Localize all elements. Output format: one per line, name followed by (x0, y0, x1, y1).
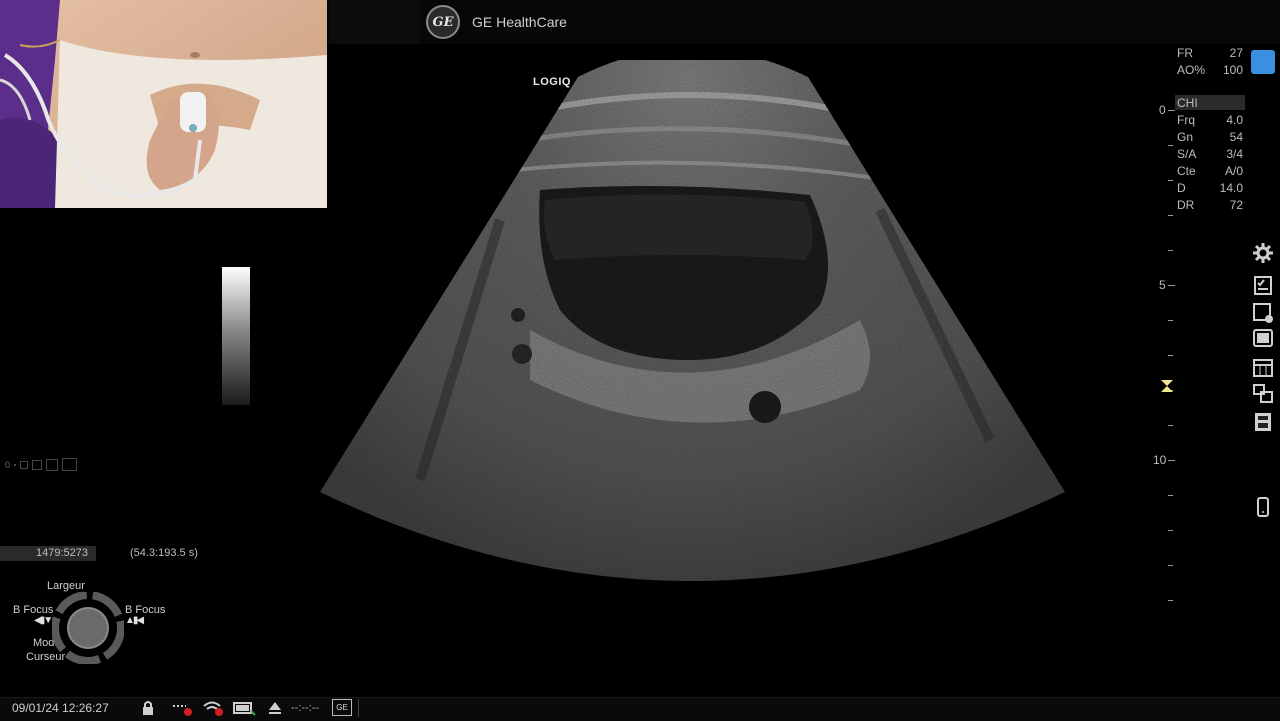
param-label: Cte (1177, 164, 1196, 178)
param-value: 54 (1229, 130, 1243, 144)
screen-icon[interactable] (1252, 328, 1274, 350)
param-label: AO% (1177, 63, 1206, 77)
depth-tick (1168, 285, 1175, 286)
param-label: CHI (1177, 96, 1198, 110)
param-label: S/A (1177, 147, 1197, 161)
camera-inset (0, 0, 327, 208)
param-label: Frq (1177, 113, 1195, 127)
brand-name: GE HealthCare (472, 14, 567, 30)
depth-tick (1168, 110, 1175, 111)
depth-tick (1168, 180, 1173, 181)
depth-tick (1168, 215, 1173, 216)
depth-tick (1168, 600, 1173, 601)
depth-tick (1168, 355, 1173, 356)
param-label: FR (1177, 46, 1193, 60)
param-label: Gn (1177, 130, 1194, 144)
top-bar-segment (330, 0, 420, 44)
battery-charging-icon[interactable] (233, 701, 257, 716)
ultrasound-image (320, 60, 1065, 581)
status-divider (358, 699, 359, 717)
phone-icon[interactable] (1252, 496, 1274, 518)
depth-tick (1168, 530, 1173, 531)
gear-icon[interactable] (1252, 242, 1274, 264)
thumb-square (20, 460, 29, 469)
grayscale-bar (222, 267, 250, 405)
edit-image-icon[interactable] (1252, 302, 1274, 324)
param-label: D (1177, 181, 1186, 195)
depth-label-5: 5 (1159, 278, 1166, 292)
depth-label-10: 10 (1153, 453, 1167, 467)
datetime: 09/01/24 12:26:27 (12, 701, 109, 715)
focus-up-arrows-icon: ▲▮◀ (125, 615, 144, 626)
param-value: 100 (1222, 63, 1243, 77)
ge-logo: GE (426, 5, 460, 39)
depth-tick (1168, 250, 1173, 251)
frame-count: 1479:5273 (36, 547, 88, 559)
depth-tick (1168, 145, 1173, 146)
report-icon[interactable] (1252, 411, 1274, 433)
system-label: LOGIQ (533, 76, 571, 88)
trackball-icon[interactable] (52, 592, 124, 664)
param-value: 3/4 (1226, 147, 1243, 161)
camera-image (0, 0, 327, 208)
lock-icon[interactable] (141, 700, 155, 716)
trackball-top-label: Largeur (47, 580, 85, 592)
depth-label-0: 0 (1159, 103, 1166, 117)
multi-image-icon[interactable] (1252, 383, 1274, 405)
timer-display: --:--:-- (291, 702, 320, 714)
checklist-icon[interactable] (1252, 274, 1274, 296)
frame-time: (54.3:193.5 s) (130, 547, 198, 559)
focus-down-arrows-icon: ◀▮▼ (34, 615, 53, 626)
ge-badge[interactable]: GE (332, 699, 352, 716)
param-value: A/0 (1224, 164, 1243, 178)
cine-thumbnails: 0 (5, 458, 78, 471)
param-value: 4.0 (1226, 113, 1243, 127)
focus-marker-icon[interactable] (1160, 379, 1174, 393)
brand: GE GE HealthCare (426, 4, 567, 40)
thumb-square (62, 458, 78, 471)
cine-index: 0 (5, 459, 11, 470)
wifi-disconnected-icon[interactable] (202, 700, 224, 716)
depth-tick (1168, 565, 1173, 566)
thumb-square (46, 458, 59, 471)
calendar-icon[interactable] (1252, 356, 1274, 378)
network-disconnected-icon[interactable] (172, 700, 194, 716)
param-label: DR (1177, 198, 1195, 212)
param-value: 27 (1229, 46, 1243, 60)
status-indicator-button[interactable] (1251, 50, 1275, 74)
param-value: 72 (1229, 198, 1243, 212)
thumb-square (32, 459, 43, 470)
depth-tick (1168, 320, 1173, 321)
eject-icon[interactable] (268, 701, 282, 715)
depth-tick (1168, 495, 1173, 496)
depth-tick (1168, 425, 1173, 426)
param-value: 14.0 (1219, 181, 1243, 195)
depth-tick (1168, 460, 1175, 461)
